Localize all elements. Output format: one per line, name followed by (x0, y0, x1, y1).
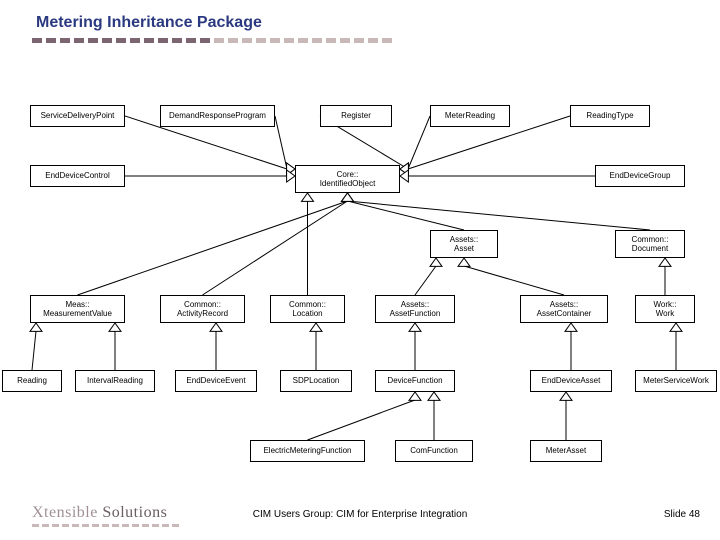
uml-class-drp: DemandResponseProgram (160, 105, 275, 127)
uml-class-rtp: ReadingType (570, 105, 650, 127)
uml-class-mas: MeterAsset (530, 440, 602, 462)
uml-class-afun: Assets:: AssetFunction (375, 295, 455, 323)
uml-class-mrd: MeterReading (430, 105, 510, 127)
uml-class-edev: EndDeviceEvent (175, 370, 257, 392)
uml-class-acon: Assets:: AssetContainer (520, 295, 608, 323)
brand-text-a: Xtensible (32, 504, 102, 521)
uml-class-arec: Common:: ActivityRecord (160, 295, 245, 323)
uml-class-eda: EndDeviceAsset (530, 370, 612, 392)
brand-underline (32, 524, 182, 527)
uml-class-edg: EndDeviceGroup (595, 165, 685, 187)
uml-class-doc: Common:: Document (615, 230, 685, 258)
diagram-edges (0, 70, 720, 490)
uml-class-edc: EndDeviceControl (30, 165, 125, 187)
uml-class-cfun: ComFunction (395, 440, 473, 462)
uml-class-asset: Assets:: Asset (430, 230, 498, 258)
slide-footer: Xtensible Solutions CIM Users Group: CIM… (0, 502, 720, 532)
brand-logo: Xtensible Solutions (32, 504, 167, 522)
title-underline (32, 38, 402, 44)
slide-number: Slide 48 (664, 509, 700, 520)
uml-class-core: Core:: IdentifiedObject (295, 165, 400, 193)
uml-class-msw: MeterServiceWork (635, 370, 717, 392)
uml-class-emf: ElectricMeteringFunction (250, 440, 365, 462)
brand-text-b: Solutions (102, 504, 167, 521)
uml-inheritance-diagram: ServiceDeliveryPoint DemandResponseProgra… (0, 70, 720, 490)
footer-center-text: CIM Users Group: CIM for Enterprise Inte… (253, 509, 468, 520)
uml-class-read: Reading (2, 370, 62, 392)
uml-class-sdp: ServiceDeliveryPoint (30, 105, 125, 127)
uml-class-sdpl: SDPLocation (280, 370, 352, 392)
uml-class-iread: IntervalReading (75, 370, 155, 392)
uml-class-dfun: DeviceFunction (375, 370, 455, 392)
uml-class-mval: Meas:: MeasurementValue (30, 295, 125, 323)
uml-class-reg: Register (320, 105, 392, 127)
uml-class-loc: Common:: Location (270, 295, 345, 323)
page-title: Metering Inheritance Package (36, 14, 262, 32)
uml-class-work: Work:: Work (635, 295, 695, 323)
